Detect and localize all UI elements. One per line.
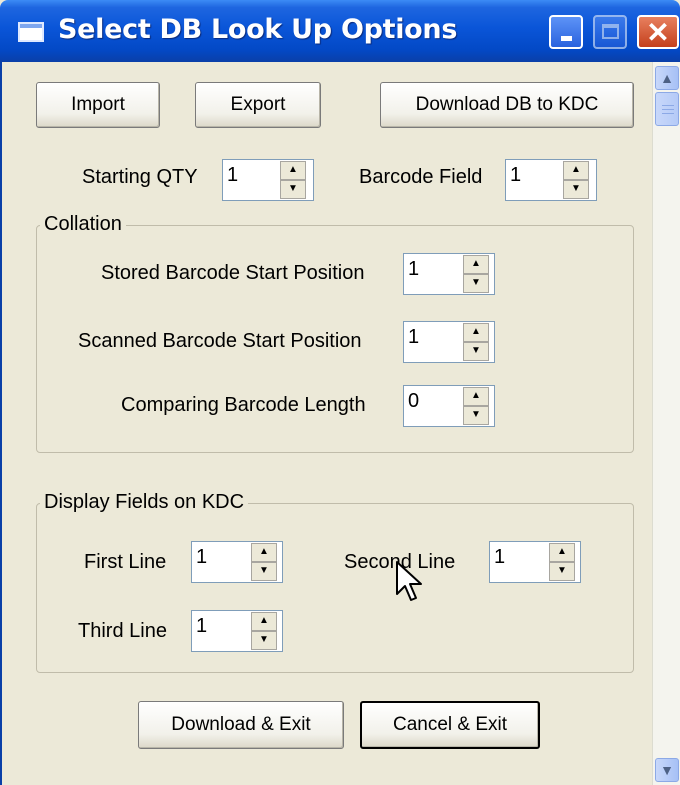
display-fields-group (36, 503, 634, 673)
spin-down-icon[interactable]: ▼ (463, 342, 489, 361)
minimize-icon (561, 36, 572, 41)
spin-down-icon[interactable]: ▼ (280, 180, 306, 199)
spin-up-icon[interactable]: ▲ (280, 161, 306, 180)
third-line-spinner[interactable]: 1 ▲ ▼ (191, 610, 283, 652)
third-line-updown[interactable]: ▲ ▼ (251, 612, 277, 650)
close-icon: ✕ (646, 17, 670, 48)
vertical-scrollbar[interactable]: ▲ ▼ (652, 62, 680, 785)
first-line-updown[interactable]: ▲ ▼ (251, 543, 277, 581)
window-title: Select DB Look Up Options (58, 14, 458, 45)
scanned-start-updown[interactable]: ▲ ▼ (463, 323, 489, 361)
spin-up-icon[interactable]: ▲ (563, 161, 589, 180)
download-exit-button[interactable]: Download & Exit (138, 701, 344, 749)
first-line-spinner[interactable]: 1 ▲ ▼ (191, 541, 283, 583)
second-line-spinner[interactable]: 1 ▲ ▼ (489, 541, 581, 583)
scroll-up-arrow-icon[interactable]: ▲ (655, 66, 679, 90)
spin-up-icon[interactable]: ▲ (251, 612, 277, 631)
scroll-thumb[interactable] (655, 92, 679, 126)
cancel-exit-button-label: Cancel & Exit (392, 714, 508, 735)
cancel-exit-button[interactable]: Cancel & Exit (360, 701, 540, 749)
import-button-label: Import (71, 94, 125, 115)
maximize-icon (602, 24, 619, 39)
compare-length-label: Comparing Barcode Length (121, 394, 366, 416)
spin-down-icon[interactable]: ▼ (251, 562, 277, 581)
spin-down-icon[interactable]: ▼ (563, 180, 589, 199)
app-window-icon (18, 22, 44, 42)
second-line-updown[interactable]: ▲ ▼ (549, 543, 575, 581)
spin-up-icon[interactable]: ▲ (549, 543, 575, 562)
scroll-down-arrow-icon[interactable]: ▼ (655, 758, 679, 782)
mouse-pointer-icon (396, 561, 422, 601)
scanned-start-spinner[interactable]: 1 ▲ ▼ (403, 321, 495, 363)
stored-start-updown[interactable]: ▲ ▼ (463, 255, 489, 293)
starting-qty-updown[interactable]: ▲ ▼ (280, 161, 306, 199)
thumb-grip-line (662, 109, 674, 110)
compare-length-spinner[interactable]: 0 ▲ ▼ (403, 385, 495, 427)
export-button[interactable]: Export (195, 82, 321, 128)
thumb-grip-line (662, 113, 674, 114)
first-line-label: First Line (84, 551, 167, 573)
export-button-label: Export (230, 94, 286, 115)
spin-up-icon[interactable]: ▲ (251, 543, 277, 562)
barcode-field-label: Barcode Field (359, 166, 483, 188)
thumb-grip-line (662, 105, 674, 106)
download-db-button-label: Download DB to KDC (415, 94, 599, 115)
download-exit-button-label: Download & Exit (171, 714, 311, 735)
barcode-field-updown[interactable]: ▲ ▼ (563, 161, 589, 199)
download-db-button[interactable]: Download DB to KDC (380, 82, 634, 128)
barcode-field-spinner[interactable]: 1 ▲ ▼ (505, 159, 597, 201)
close-button[interactable]: ✕ (637, 15, 679, 49)
third-line-label: Third Line (78, 620, 167, 642)
import-button[interactable]: Import (36, 82, 160, 128)
stored-start-spinner[interactable]: 1 ▲ ▼ (403, 253, 495, 295)
collation-legend: Collation (40, 213, 126, 236)
spin-down-icon[interactable]: ▼ (549, 562, 575, 581)
compare-length-updown[interactable]: ▲ ▼ (463, 387, 489, 425)
minimize-button[interactable] (549, 15, 583, 49)
spin-up-icon[interactable]: ▲ (463, 323, 489, 342)
scanned-start-label: Scanned Barcode Start Position (78, 330, 362, 352)
maximize-button (593, 15, 627, 49)
stored-start-label: Stored Barcode Start Position (101, 262, 365, 284)
spin-down-icon[interactable]: ▼ (251, 631, 277, 650)
spin-down-icon[interactable]: ▼ (463, 406, 489, 425)
starting-qty-label: Starting QTY (82, 166, 198, 188)
spin-up-icon[interactable]: ▲ (463, 387, 489, 406)
display-fields-legend: Display Fields on KDC (40, 491, 249, 514)
title-bar[interactable]: Select DB Look Up Options ✕ (0, 0, 680, 62)
spin-up-icon[interactable]: ▲ (463, 255, 489, 274)
spin-down-icon[interactable]: ▼ (463, 274, 489, 293)
starting-qty-spinner[interactable]: 1 ▲ ▼ (222, 159, 314, 201)
